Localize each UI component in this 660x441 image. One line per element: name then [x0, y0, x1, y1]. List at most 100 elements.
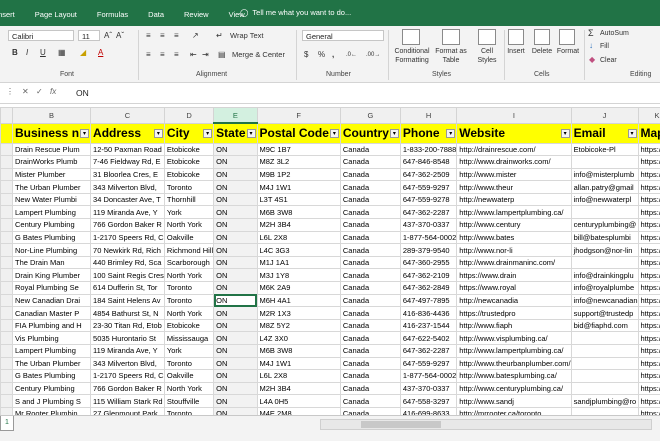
header-cell[interactable]: Address▾ — [91, 123, 165, 143]
name-box-chevron-icon[interactable]: ⋮ — [6, 87, 14, 96]
column-header-c[interactable]: C — [91, 108, 165, 124]
table-cell[interactable]: ON — [214, 357, 257, 370]
table-cell[interactable]: ON — [214, 382, 257, 395]
table-cell[interactable] — [571, 332, 638, 345]
table-cell[interactable]: ON — [214, 282, 257, 295]
table-cell[interactable]: sandjplumbing@ro — [571, 395, 638, 408]
italic-button[interactable]: I — [26, 48, 28, 58]
table-cell[interactable]: York — [164, 206, 213, 219]
table-cell[interactable]: https:/ — [638, 269, 660, 282]
confirm-entry-icon[interactable]: ✓ — [36, 87, 43, 96]
table-cell[interactable]: ON — [214, 269, 257, 282]
table-cell[interactable]: Etobicoke — [164, 143, 213, 156]
table-cell[interactable]: Canada — [340, 256, 400, 269]
table-cell[interactable]: L6L 2X8 — [257, 370, 340, 383]
table-cell[interactable]: info@royalplumbe — [571, 282, 638, 295]
column-header-j[interactable]: J — [571, 108, 638, 124]
table-cell[interactable]: Vis Plumbing — [13, 332, 91, 345]
table-cell[interactable]: Canada — [340, 307, 400, 320]
fill-button[interactable]: Fill — [600, 42, 609, 52]
table-cell[interactable]: L4C 3G3 — [257, 244, 340, 257]
table-cell[interactable]: Canada — [340, 345, 400, 358]
row-number[interactable] — [1, 370, 13, 383]
table-cell[interactable]: https:/ — [638, 231, 660, 244]
row-number[interactable] — [1, 407, 13, 415]
row-number[interactable] — [1, 294, 13, 307]
table-cell[interactable]: M3J 1Y8 — [257, 269, 340, 282]
table-cell[interactable]: jhodgson@nor-lin — [571, 244, 638, 257]
table-cell[interactable]: 647-362-2109 — [400, 269, 456, 282]
row-number[interactable] — [1, 123, 13, 143]
table-cell[interactable]: New Water Plumbi — [13, 193, 91, 206]
table-cell[interactable]: ON — [214, 181, 257, 194]
table-cell[interactable]: Mississauga — [164, 332, 213, 345]
table-cell[interactable]: 5035 Hurontario St — [91, 332, 165, 345]
table-cell[interactable]: 647-559-9297 — [400, 357, 456, 370]
select-all-corner[interactable] — [1, 108, 13, 124]
table-cell[interactable]: https:/ — [638, 407, 660, 415]
table-cell[interactable] — [571, 156, 638, 169]
table-cell[interactable]: Canada — [340, 143, 400, 156]
table-cell[interactable]: https://www.drain — [457, 269, 571, 282]
column-header-h[interactable]: H — [400, 108, 456, 124]
table-cell[interactable]: Etobicoke-Pl — [571, 143, 638, 156]
table-cell[interactable]: ON — [214, 332, 257, 345]
table-cell[interactable]: Canadian Master P — [13, 307, 91, 320]
table-cell[interactable]: ON — [214, 319, 257, 332]
table-cell[interactable]: 1-877-564-0002 — [400, 370, 456, 383]
header-cell[interactable]: Email▾ — [571, 123, 638, 143]
tab-insert[interactable]: Insert — [0, 0, 25, 26]
table-cell[interactable]: 647-362-2287 — [400, 345, 456, 358]
table-cell[interactable]: Century Plumbing — [13, 219, 91, 232]
cell-styles-button[interactable]: Cell Styles — [472, 47, 502, 65]
table-cell[interactable]: Lampert Plumbing — [13, 206, 91, 219]
table-cell[interactable]: M4J 1W1 — [257, 357, 340, 370]
decrease-indent-icon[interactable]: ⇤ — [190, 50, 197, 60]
table-cell[interactable]: https:/ — [638, 319, 660, 332]
row-number[interactable] — [1, 231, 13, 244]
table-cell[interactable]: https:/ — [638, 294, 660, 307]
table-cell[interactable]: centuryplumbing@ — [571, 219, 638, 232]
table-cell[interactable]: Etobicoke — [164, 168, 213, 181]
tab-review[interactable]: Review — [174, 0, 219, 26]
table-cell[interactable]: Toronto — [164, 294, 213, 307]
table-cell[interactable]: The Urban Plumber — [13, 181, 91, 194]
table-cell[interactable]: ON — [214, 307, 257, 320]
table-cell[interactable]: http://newwaterp — [457, 193, 571, 206]
table-cell[interactable]: https:/ — [638, 332, 660, 345]
table-cell[interactable]: https:/ — [638, 244, 660, 257]
table-cell[interactable]: M2R 1X3 — [257, 307, 340, 320]
table-cell[interactable]: 343 Milverton Blvd, — [91, 357, 165, 370]
column-header-k[interactable]: K — [638, 108, 660, 124]
table-cell[interactable]: Canada — [340, 407, 400, 415]
table-cell[interactable]: Oakville — [164, 231, 213, 244]
table-cell[interactable]: Toronto — [164, 357, 213, 370]
filter-dropdown-icon[interactable]: ▾ — [247, 129, 256, 138]
tab-page-layout[interactable]: Page Layout — [25, 0, 87, 26]
filter-dropdown-icon[interactable]: ▾ — [390, 129, 399, 138]
align-middle-icon[interactable]: ≡ — [160, 31, 165, 41]
table-cell[interactable]: http://www.bates — [457, 231, 571, 244]
table-cell[interactable]: bid@fiaphd.com — [571, 319, 638, 332]
table-cell[interactable]: http://www.sandj — [457, 395, 571, 408]
table-cell[interactable]: 416-699-8633 — [400, 407, 456, 415]
table-cell[interactable]: Etobicoke — [164, 319, 213, 332]
filter-dropdown-icon[interactable]: ▾ — [80, 129, 89, 138]
table-cell[interactable]: 647-362-2509 — [400, 168, 456, 181]
table-cell[interactable]: Canada — [340, 193, 400, 206]
tab-data[interactable]: Data — [138, 0, 174, 26]
merge-icon[interactable]: ▤ — [218, 50, 226, 60]
table-cell[interactable]: Nor-Line Plumbing — [13, 244, 91, 257]
table-cell[interactable]: https:/ — [638, 168, 660, 181]
table-cell[interactable] — [571, 206, 638, 219]
table-cell[interactable]: info@newcanadian — [571, 294, 638, 307]
table-cell[interactable]: Canada — [340, 332, 400, 345]
table-cell[interactable]: http://newcanadia — [457, 294, 571, 307]
borders-icon[interactable]: ▦ — [58, 48, 66, 58]
percent-button[interactable]: % — [318, 50, 325, 60]
table-cell[interactable]: http://www.lampertplumbing.ca/ — [457, 206, 571, 219]
row-number[interactable] — [1, 193, 13, 206]
header-cell[interactable]: Phone▾ — [400, 123, 456, 143]
table-cell[interactable]: 23-30 Titan Rd, Etob — [91, 319, 165, 332]
table-cell[interactable]: L6L 2X8 — [257, 231, 340, 244]
